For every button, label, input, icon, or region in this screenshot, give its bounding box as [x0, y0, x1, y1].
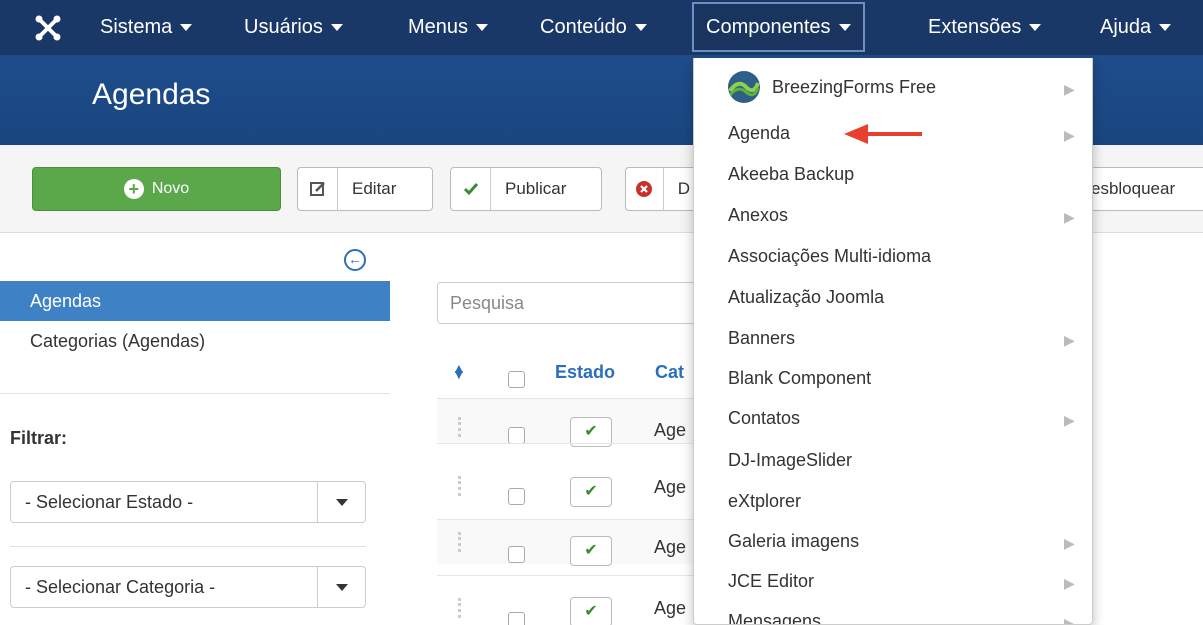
drag-handle-icon[interactable] [458, 532, 462, 552]
menu-item-extplorer[interactable]: eXtplorer [728, 491, 801, 512]
caret-down-icon [1159, 24, 1172, 32]
menu-item-atualizacao-joomla[interactable]: Atualização Joomla [728, 287, 884, 308]
select-value: - Selecionar Categoria - [25, 576, 216, 597]
breezingforms-logo-icon [728, 71, 760, 103]
row-checkbox[interactable] [508, 612, 525, 625]
nav-menu-conteudo[interactable]: Conteúdo [540, 0, 647, 55]
chevron-right-icon: ▶ [1064, 81, 1075, 97]
row-category-text: Age [654, 477, 687, 497]
cancel-circle-icon [626, 168, 664, 210]
search-input[interactable]: Pesquisa [437, 282, 717, 324]
column-header-category[interactable]: Cat [655, 362, 684, 383]
chevron-right-icon: ▶ [1064, 209, 1075, 225]
menu-item-dj-imageslider[interactable]: DJ-ImageSlider [728, 450, 852, 471]
edit-icon [298, 168, 338, 210]
select-all-checkbox[interactable] [508, 371, 525, 388]
nav-label: Sistema [100, 16, 173, 38]
menu-item-agenda[interactable]: Agenda [728, 123, 790, 144]
edit-button-label: Editar [352, 179, 397, 198]
row-category-text: Age [654, 598, 687, 618]
check-icon [451, 168, 491, 210]
chevron-right-icon: ▶ [1064, 127, 1075, 143]
nav-label: Extensões [928, 16, 1022, 38]
menu-item-associacoes[interactable]: Associações Multi-idioma [728, 246, 931, 267]
publish-button[interactable]: Publicar [450, 167, 602, 211]
sidebar-item-label: Categorias (Agendas) [30, 331, 206, 351]
nav-label: Ajuda [1100, 16, 1152, 38]
caret-down-icon [330, 24, 343, 32]
published-toggle-button[interactable]: ✔ [570, 477, 612, 507]
plus-circle-icon: + [123, 179, 144, 199]
caret-down-icon [476, 24, 489, 32]
nav-label: Componentes [706, 16, 831, 38]
menu-item-breezingforms[interactable]: BreezingForms Free [772, 77, 936, 98]
nav-menu-menus[interactable]: Menus [408, 0, 489, 55]
published-toggle-button[interactable]: ✔ [570, 597, 612, 625]
chevron-right-icon: ▶ [1064, 575, 1075, 591]
menu-item-anexos[interactable]: Anexos [728, 205, 788, 226]
edit-button[interactable]: Editar [297, 167, 433, 211]
drag-handle-icon[interactable] [458, 598, 462, 618]
nav-menu-usuarios[interactable]: Usuários [244, 0, 343, 55]
caret-down-icon [838, 24, 851, 32]
sort-icon[interactable]: ▲ ▼ [452, 360, 466, 392]
chevron-right-icon: ▶ [1064, 535, 1075, 551]
row-checkbox[interactable] [508, 427, 525, 444]
page-title: Agendas [92, 78, 211, 111]
unlock-button-label: esbloquear [1091, 179, 1176, 198]
nav-menu-ajuda[interactable]: Ajuda [1100, 0, 1172, 55]
menu-item-contatos[interactable]: Contatos [728, 408, 800, 429]
chevron-down-icon [317, 482, 365, 522]
caret-down-icon [1029, 24, 1042, 32]
filter-label: Filtrar: [10, 428, 68, 448]
unlock-button[interactable]: esbloquear [1090, 167, 1203, 211]
menu-item-mensagens[interactable]: Mensagens [728, 611, 821, 624]
chevron-right-icon: ▶ [1064, 412, 1075, 428]
nav-label: Usuários [244, 16, 323, 38]
menu-item-blank-component[interactable]: Blank Component [728, 368, 871, 389]
status-filter-select[interactable]: - Selecionar Estado - [10, 481, 366, 523]
red-arrow-annotation-icon [844, 124, 922, 144]
column-header-status[interactable]: Estado [555, 362, 615, 383]
nav-label: Conteúdo [540, 16, 627, 38]
drag-handle-icon[interactable] [458, 417, 462, 437]
search-placeholder: Pesquisa [450, 293, 525, 313]
nav-menu-componentes[interactable]: Componentes [692, 2, 865, 52]
row-checkbox[interactable] [508, 546, 525, 563]
row-divider [437, 443, 737, 444]
caret-down-icon [634, 24, 647, 32]
row-category-text: Age [654, 537, 687, 557]
drag-handle-icon[interactable] [458, 476, 462, 496]
collapse-sidebar-icon[interactable]: ← [344, 249, 366, 271]
caret-down-icon [180, 24, 193, 32]
sidebar-divider [10, 546, 366, 547]
nav-label: Menus [408, 16, 469, 38]
publish-button-label: Publicar [505, 179, 567, 198]
row-divider [437, 575, 737, 576]
chevron-down-icon [317, 567, 365, 607]
nav-menu-sistema[interactable]: Sistema [100, 0, 193, 55]
menu-item-galeria-imagens[interactable]: Galeria imagens [728, 531, 859, 552]
sidebar-divider [0, 393, 390, 394]
menu-item-banners[interactable]: Banners [728, 328, 795, 349]
row-checkbox[interactable] [508, 488, 525, 505]
joomla-logo-icon[interactable] [30, 10, 66, 46]
category-filter-select[interactable]: - Selecionar Categoria - [10, 566, 366, 608]
chevron-right-icon: ▶ [1064, 615, 1075, 625]
sidebar-item-agendas[interactable]: Agendas [0, 281, 390, 321]
new-button-label: Novo [151, 180, 190, 197]
chevron-right-icon: ▶ [1064, 332, 1075, 348]
menu-item-akeeba-backup[interactable]: Akeeba Backup [728, 164, 854, 185]
new-button[interactable]: + Novo [32, 167, 281, 211]
nav-menu-extensoes[interactable]: Extensões [928, 0, 1042, 55]
sidebar-item-categorias[interactable]: Categorias (Agendas) [0, 321, 390, 361]
published-toggle-button[interactable]: ✔ [570, 536, 612, 566]
menu-item-jce-editor[interactable]: JCE Editor [728, 571, 814, 592]
sidebar-item-label: Agendas [30, 291, 102, 311]
select-value: - Selecionar Estado - [25, 491, 194, 512]
row-category-text: Age [654, 420, 687, 440]
